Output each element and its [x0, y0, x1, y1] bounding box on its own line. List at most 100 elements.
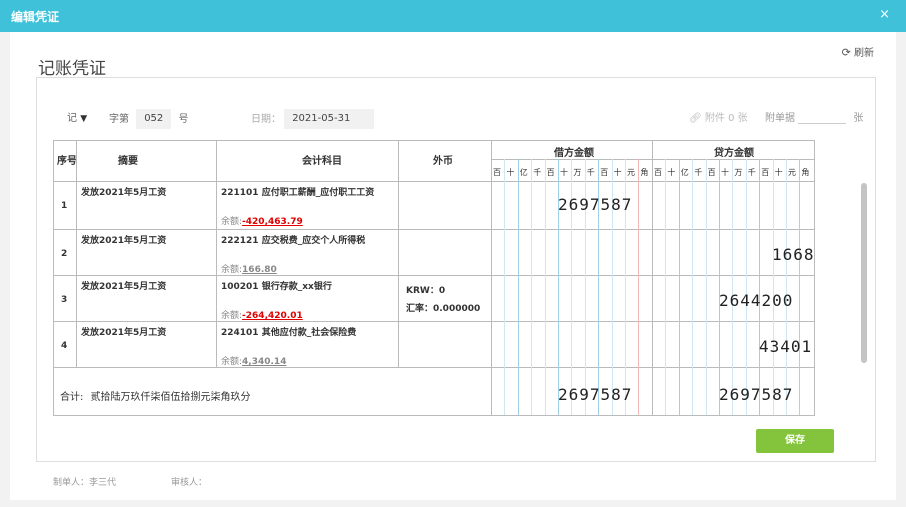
refresh-icon: ⟳	[841, 46, 851, 59]
row-foreign-amount[interactable]: KRW：0	[406, 283, 445, 296]
digit-column-line	[786, 159, 787, 415]
maker-name: 李三代	[89, 478, 117, 488]
bills-label: 附单据	[765, 113, 795, 124]
zi-label: 字第	[109, 114, 129, 125]
digit-unit-label: 万	[734, 168, 743, 177]
digit-column-line	[544, 159, 546, 415]
balance-label: 余额:	[221, 217, 243, 227]
row-account[interactable]: 221101 应付职工薪酬_应付职工工资	[221, 185, 374, 198]
column-divider	[76, 141, 77, 367]
digit-unit-label: 百	[600, 168, 609, 177]
maker-field: 制单人：李三代	[53, 475, 116, 488]
balance-value: 4,340.14	[242, 357, 287, 367]
digit-unit-label: 十	[560, 168, 568, 177]
row-balance: 余额:4,340.14	[221, 354, 286, 367]
save-button[interactable]: 保存	[756, 429, 834, 453]
row-summary[interactable]: 发放2021年5月工资	[81, 325, 166, 338]
attachment-icon: 🔗︎	[689, 113, 702, 124]
digit-column-line	[678, 159, 680, 415]
voucher-table: 序号 摘要 会计科目 外币 借方金额 贷方金额 百十亿千百十万千百十元角 百十亿…	[53, 140, 815, 416]
digit-unit-label: 千	[586, 168, 595, 177]
maker-label: 制单人：	[53, 478, 90, 488]
vertical-scrollbar[interactable]	[861, 183, 867, 363]
dialog-title: 编辑凭证	[11, 10, 60, 24]
refresh-button[interactable]: ⟳ 刷新	[842, 44, 874, 59]
row-account[interactable]: 100201 银行存款_xx银行	[221, 279, 332, 292]
digit-unit-label: 十	[721, 168, 729, 177]
digit-column-line	[719, 159, 720, 415]
total-in-words: 贰拾陆万玖仟柒佰伍拾捌元柒角玖分	[90, 392, 251, 403]
row-balance: 余额:-264,420.01	[221, 308, 303, 321]
row-divider	[54, 229, 814, 230]
col-summary-header: 摘要	[118, 156, 138, 167]
voucher-card: 记 ▼ 字第 052 号 日期： 2021-05-31 🔗︎ 附件 0 张 附单…	[36, 77, 876, 488]
balance-label: 余额:	[221, 357, 243, 367]
balance-label: 余额:	[221, 311, 243, 321]
row-summary[interactable]: 发放2021年5月工资	[81, 185, 166, 198]
row-account[interactable]: 224101 其他应付款_社会保险费	[221, 325, 356, 338]
digit-unit-label: 百	[654, 168, 662, 177]
digit-unit-label: 十	[613, 168, 622, 177]
close-icon[interactable]: ×	[879, 7, 890, 22]
digit-unit-label: 千	[747, 168, 756, 177]
digit-column-line	[504, 159, 506, 415]
col-credit-header: 贷方金额	[714, 148, 754, 159]
reviewer-field: 审核人：	[171, 475, 207, 488]
balance-value: -264,420.01	[242, 311, 303, 321]
row-credit-amount[interactable]: 1668	[772, 245, 815, 264]
row-exchange-rate[interactable]: 汇率：0.000000	[406, 301, 480, 314]
digit-unit-label: 元	[627, 168, 635, 177]
row-debit-amount[interactable]: 2697587	[558, 195, 632, 214]
voucher-number-input[interactable]: 052	[136, 109, 172, 129]
row-divider	[54, 321, 814, 322]
digit-unit-label: 千	[694, 168, 703, 177]
row-seq: 2	[61, 249, 68, 259]
row-balance: 余额:166.80	[221, 262, 277, 275]
total-row: 合计: 贰拾陆万玖仟柒佰伍拾捌元柒角玖分	[60, 388, 251, 403]
dialog-titlebar: 编辑凭证 ×	[0, 0, 906, 32]
digit-unit-label: 十	[774, 168, 783, 177]
caret-down-icon: ▼	[80, 114, 88, 124]
digit-unit-label: 角	[801, 168, 810, 177]
digit-unit-label: 十	[506, 168, 515, 177]
row-divider	[54, 275, 814, 276]
balance-value: 166.80	[242, 265, 277, 275]
voucher-type-select[interactable]: 记 ▼	[67, 109, 87, 124]
digit-unit-label: 百	[546, 168, 555, 177]
header-split-line	[491, 159, 814, 160]
col-seq-header: 序号	[57, 156, 77, 167]
digit-unit-label: 元	[788, 168, 796, 177]
row-seq: 4	[61, 341, 68, 351]
refresh-label: 刷新	[854, 48, 874, 59]
digit-unit-label: 百	[761, 168, 770, 177]
row-credit-amount[interactable]: 43401	[759, 337, 812, 356]
digit-column-line	[517, 159, 519, 415]
row-summary[interactable]: 发放2021年5月工资	[81, 233, 166, 246]
total-credit: 2697587	[719, 385, 794, 404]
row-summary[interactable]: 发放2021年5月工资	[81, 279, 166, 292]
bills-input[interactable]	[798, 110, 847, 124]
col-account-header: 会计科目	[302, 156, 342, 167]
digit-column-line	[531, 159, 533, 415]
row-balance: 余额:-420,463.79	[221, 214, 303, 227]
digit-unit-label: 亿	[680, 168, 689, 177]
digit-unit-label: 千	[533, 168, 542, 177]
col-debit-header: 借方金额	[554, 148, 594, 159]
column-divider	[491, 141, 492, 415]
digit-column-line	[772, 159, 774, 415]
row-account[interactable]: 222121 应交税费_应交个人所得税	[221, 233, 365, 246]
row-credit-amount[interactable]: 2644200	[719, 291, 793, 310]
column-divider	[652, 141, 653, 415]
digit-column-line	[759, 159, 761, 415]
digit-unit-label: 角	[640, 168, 649, 177]
digit-column-line	[732, 159, 734, 415]
row-seq: 1	[61, 201, 68, 211]
digit-column-line	[799, 159, 801, 415]
digit-column-line	[705, 159, 707, 415]
row-divider	[54, 181, 814, 182]
reviewer-label: 审核人：	[171, 478, 208, 488]
date-input[interactable]: 2021-05-31	[284, 109, 375, 129]
digit-unit-label: 百	[493, 168, 501, 177]
digit-unit-label: 十	[667, 168, 676, 177]
attachment-label[interactable]: 附件 0 张	[705, 113, 748, 124]
